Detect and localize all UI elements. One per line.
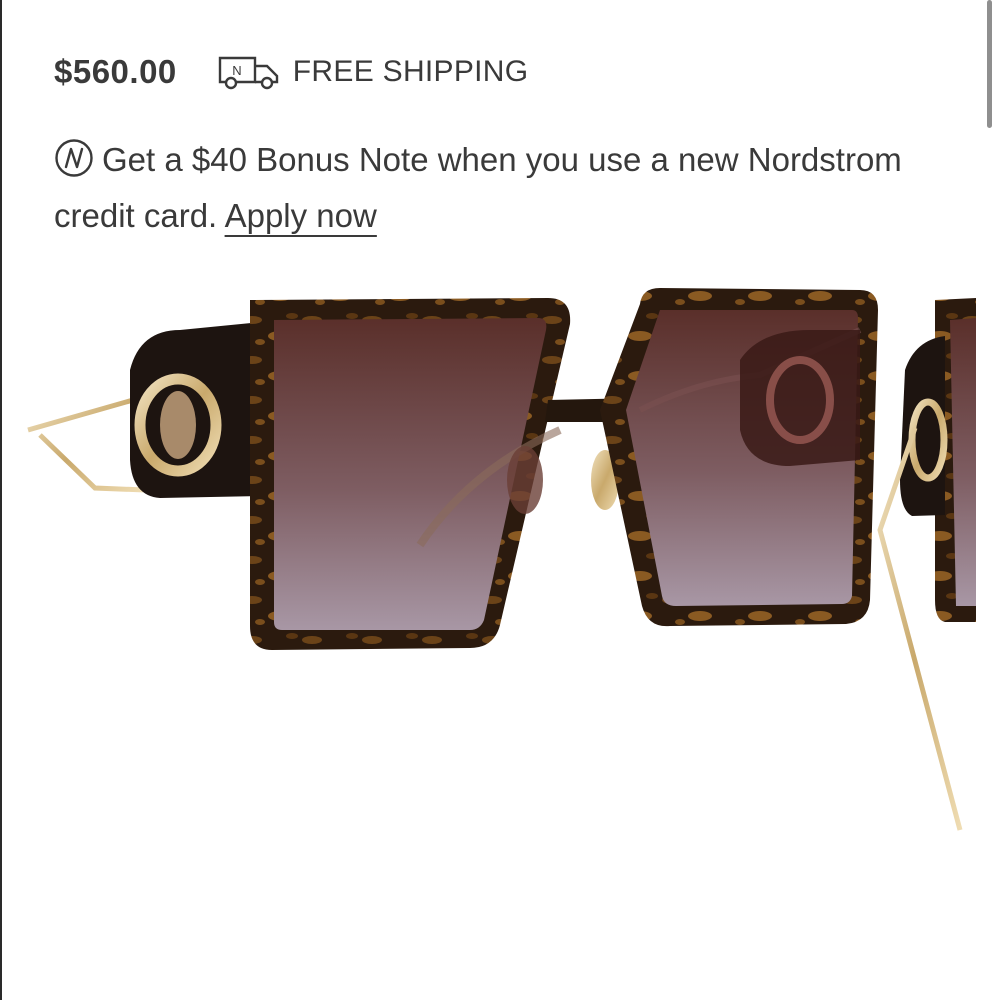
scrollbar[interactable]: [987, 0, 992, 128]
left-temple-wire: [27, 395, 146, 493]
price-row: $560.00 N FREE SHIPPING: [54, 50, 528, 94]
product-page: $560.00 N FREE SHIPPING Get a $40 Bonus …: [0, 0, 1000, 1000]
truck-icon-letter: N: [232, 63, 241, 78]
truck-icon: N: [217, 52, 281, 92]
apply-now-link[interactable]: Apply now: [225, 197, 377, 234]
free-shipping-label: FREE SHIPPING: [292, 55, 529, 88]
sunglasses-illustration: [27, 288, 976, 831]
product-image[interactable]: [0, 270, 1000, 860]
nordstrom-n-icon: [54, 138, 94, 178]
product-price: $560.00: [54, 53, 177, 90]
promo-text: Get a $40 Bonus Note when you use a new …: [54, 141, 902, 234]
credit-card-promo: Get a $40 Bonus Note when you use a new …: [54, 132, 954, 244]
